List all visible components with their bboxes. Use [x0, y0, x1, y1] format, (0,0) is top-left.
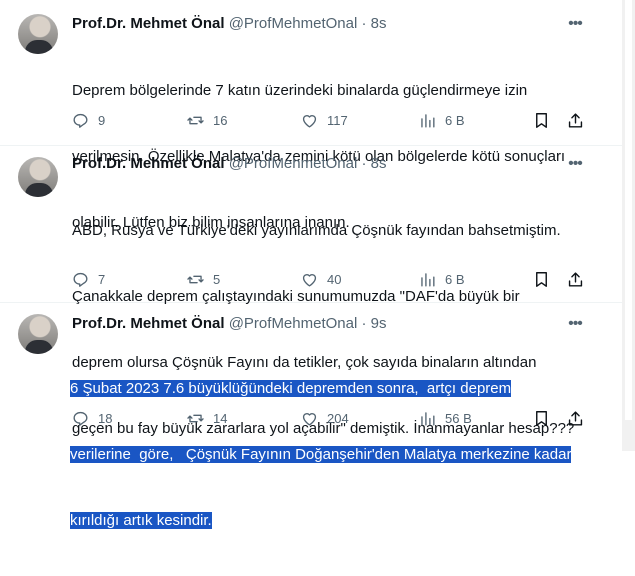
like-button[interactable]: 204 — [300, 406, 349, 430]
retweet-icon — [187, 275, 204, 283]
author-handle[interactable]: @ProfMehmetOnal — [229, 15, 358, 32]
share-button[interactable] — [563, 267, 587, 291]
tweet-text-line: Deprem bölgelerinde 7 katın üzerindeki b… — [72, 82, 528, 99]
more-icon[interactable]: ••• — [566, 156, 584, 175]
separator-dot: · — [361, 155, 367, 172]
like-count: 117 — [327, 112, 348, 128]
retweet-icon — [187, 414, 204, 422]
bookmark-button[interactable] — [529, 108, 553, 132]
like-button[interactable]: 117 — [300, 108, 348, 132]
tweet-header: Prof.Dr. Mehmet Önal @ProfMehmetOnal · 8… — [72, 154, 387, 174]
reply-button[interactable]: 7 — [71, 267, 105, 291]
timestamp[interactable]: 8s — [371, 15, 387, 32]
reply-icon — [73, 411, 88, 426]
views-button[interactable]: 6 B — [418, 267, 465, 291]
tweet-text-line: 6 Şubat 2023 7.6 büyüklüğündeki depremde… — [70, 380, 512, 397]
more-icon[interactable]: ••• — [566, 316, 584, 335]
scrollbar-thumb[interactable] — [625, 0, 632, 420]
retweet-count: 14 — [213, 410, 228, 426]
share-icon — [568, 410, 582, 426]
views-count: 6 B — [445, 271, 465, 287]
like-count: 204 — [327, 410, 349, 426]
tweet-actions: 7 5 40 6 B — [0, 267, 622, 291]
tweet[interactable]: Prof.Dr. Mehmet Önal @ProfMehmetOnal · 9… — [0, 302, 622, 529]
views-button[interactable]: 6 B — [418, 108, 465, 132]
reply-icon — [73, 113, 88, 128]
author-handle[interactable]: @ProfMehmetOnal — [229, 315, 358, 332]
retweet-button[interactable]: 14 — [186, 406, 227, 430]
retweet-button[interactable]: 5 — [186, 267, 220, 291]
retweet-button[interactable]: 16 — [186, 108, 227, 132]
separator-dot: · — [361, 15, 367, 32]
share-icon — [568, 271, 582, 287]
avatar[interactable] — [18, 14, 58, 54]
bookmark-icon — [535, 410, 547, 426]
reply-count: 7 — [98, 271, 106, 287]
reply-count: 9 — [98, 112, 106, 128]
author-name[interactable]: Prof.Dr. Mehmet Önal — [72, 15, 225, 32]
like-icon — [302, 273, 317, 287]
tweet-header: Prof.Dr. Mehmet Önal @ProfMehmetOnal · 9… — [72, 314, 387, 334]
reply-icon — [73, 272, 88, 287]
timestamp[interactable]: 9s — [371, 315, 387, 332]
views-icon — [421, 411, 435, 426]
reply-count: 18 — [98, 410, 113, 426]
retweet-count: 5 — [213, 271, 221, 287]
tweet[interactable]: Prof.Dr. Mehmet Önal @ProfMehmetOnal · 8… — [0, 145, 622, 437]
tweet-header: Prof.Dr. Mehmet Önal @ProfMehmetOnal · 8… — [72, 14, 387, 34]
author-name[interactable]: Prof.Dr. Mehmet Önal — [72, 155, 225, 172]
tweet-text: 6 Şubat 2023 7.6 büyüklüğündeki depremde… — [70, 334, 590, 576]
like-count: 40 — [327, 271, 342, 287]
views-icon — [421, 272, 435, 287]
timestamp[interactable]: 8s — [371, 155, 387, 172]
like-icon — [302, 412, 317, 426]
like-icon — [302, 114, 317, 128]
author-name[interactable]: Prof.Dr. Mehmet Önal — [72, 315, 225, 332]
bookmark-button[interactable] — [529, 406, 553, 430]
views-count: 56 B — [445, 410, 472, 426]
views-button[interactable]: 56 B — [418, 406, 472, 430]
more-icon[interactable]: ••• — [566, 16, 584, 35]
retweet-icon — [187, 116, 204, 124]
like-button[interactable]: 40 — [300, 267, 341, 291]
tweet[interactable]: Prof.Dr. Mehmet Önal @ProfMehmetOnal · 8… — [0, 0, 622, 231]
retweet-count: 16 — [213, 112, 228, 128]
bookmark-icon — [535, 112, 547, 128]
tweet-text-line: kırıldığı artık kesindir. — [70, 512, 212, 529]
author-handle[interactable]: @ProfMehmetOnal — [229, 155, 358, 172]
separator-dot: · — [361, 315, 367, 332]
tweet-actions: 18 14 204 56 B — [0, 406, 622, 430]
bookmark-button[interactable] — [529, 267, 553, 291]
timeline: Prof.Dr. Mehmet Önal @ProfMehmetOnal · 8… — [0, 0, 623, 529]
views-count: 6 B — [445, 112, 465, 128]
reply-button[interactable]: 9 — [71, 108, 105, 132]
tweet-actions: 9 16 117 6 B — [0, 108, 622, 132]
views-icon — [421, 113, 435, 128]
tweet-text-line: ABD, Rusya ve Türkiye'deki yayınlarımda … — [72, 222, 561, 239]
share-button[interactable] — [563, 406, 587, 430]
reply-button[interactable]: 18 — [71, 406, 112, 430]
avatar[interactable] — [18, 314, 58, 354]
bookmark-icon — [535, 271, 547, 287]
scrollbar[interactable] — [622, 0, 635, 451]
tweet-text-line: verilerine göre, Çöşnük Fayının Doğanşeh… — [70, 446, 572, 463]
share-button[interactable] — [563, 108, 587, 132]
share-icon — [568, 112, 582, 128]
avatar[interactable] — [18, 157, 58, 197]
